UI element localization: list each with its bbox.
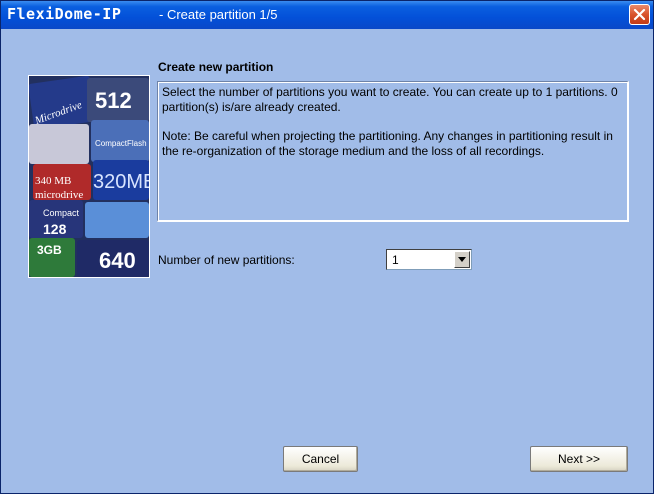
media-label: microdrive: [35, 189, 83, 201]
next-button[interactable]: Next >>: [530, 446, 628, 472]
description-box: Select the number of partitions you want…: [157, 81, 629, 222]
chevron-down-icon: [458, 257, 466, 262]
dropdown-button[interactable]: [454, 251, 470, 268]
storage-media-image: 512 Microdrive CompactFlash 320MB 340 MB…: [28, 75, 150, 278]
media-label: 320MB: [93, 171, 149, 193]
close-button[interactable]: [629, 4, 650, 25]
create-partition-dialog: FlexiDome-IP - Create partition 1/5 512 …: [0, 0, 654, 494]
memory-cards-illustration: 512 Microdrive CompactFlash 320MB 340 MB…: [29, 76, 149, 277]
close-icon: [633, 8, 646, 21]
window-title: - Create partition 1/5: [159, 7, 278, 22]
partitions-select-value: 1: [392, 253, 399, 267]
media-label: 640: [99, 248, 136, 273]
media-label: 128: [43, 221, 67, 237]
window-app-name: FlexiDome-IP: [7, 5, 122, 23]
partition-info-text: Select the number of partitions you want…: [162, 85, 618, 114]
media-label: 3GB: [37, 243, 62, 257]
media-label: Compact: [43, 208, 80, 218]
cancel-button[interactable]: Cancel: [283, 446, 358, 472]
media-label: 340 MB: [35, 175, 71, 187]
warning-note-text: Note: Be careful when projecting the par…: [162, 129, 613, 158]
media-label: 512: [95, 88, 132, 113]
media-label: CompactFlash: [95, 139, 147, 148]
partitions-label: Number of new partitions:: [158, 253, 295, 267]
section-heading: Create new partition: [158, 60, 274, 74]
title-bar[interactable]: FlexiDome-IP - Create partition 1/5: [1, 1, 653, 29]
partitions-select[interactable]: 1: [386, 249, 472, 270]
